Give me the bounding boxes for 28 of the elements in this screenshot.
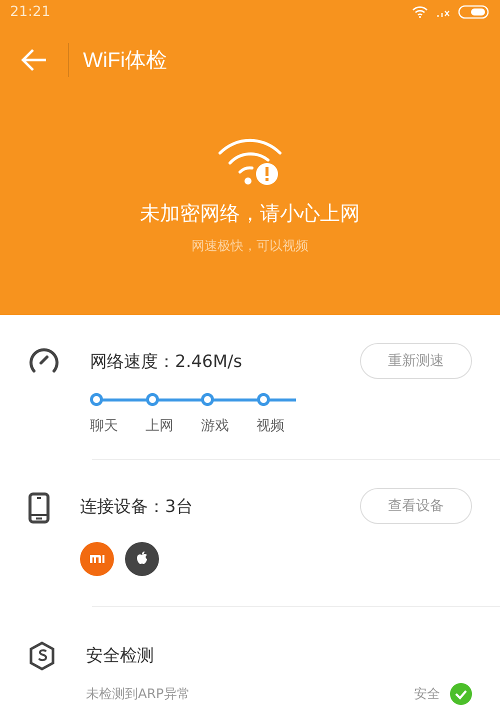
phone-icon [28,492,50,524]
warning-subtitle: 网速极快，可以视频 [192,238,308,255]
scale-dot [256,393,270,406]
xiaomi-logo-icon [80,542,114,576]
page-title: WiFi体检 [83,48,167,74]
scale-label: 聊天 [90,417,118,435]
speed-title: 网络速度：2.46M/s [90,350,242,372]
scale-dot [201,393,214,406]
back-arrow-icon[interactable] [20,48,48,72]
scale-dot [90,393,103,406]
speedometer-icon [28,347,60,373]
scale-dot [146,393,158,406]
retest-button[interactable]: 重新测速 [360,343,472,379]
scale-label: 上网 [146,417,174,435]
wifi-warning-icon [218,138,282,186]
status-time: 21:21 [10,4,50,20]
scale-label: 游戏 [201,417,229,435]
apple-logo-icon [125,542,159,576]
shield-icon [28,641,56,671]
check-label: 未检测到ARP异常 [86,686,191,703]
warning-title: 未加密网络，请小心上网 [140,200,360,227]
security-title: 安全检测 [86,644,154,666]
battery-icon [458,5,490,19]
devices-title: 连接设备：3台 [80,496,193,518]
scale-label: 视频 [256,417,284,435]
wifi-signal-icon [412,6,428,18]
check-result: 安全 [414,686,440,703]
view-devices-button[interactable]: 查看设备 [360,488,472,524]
